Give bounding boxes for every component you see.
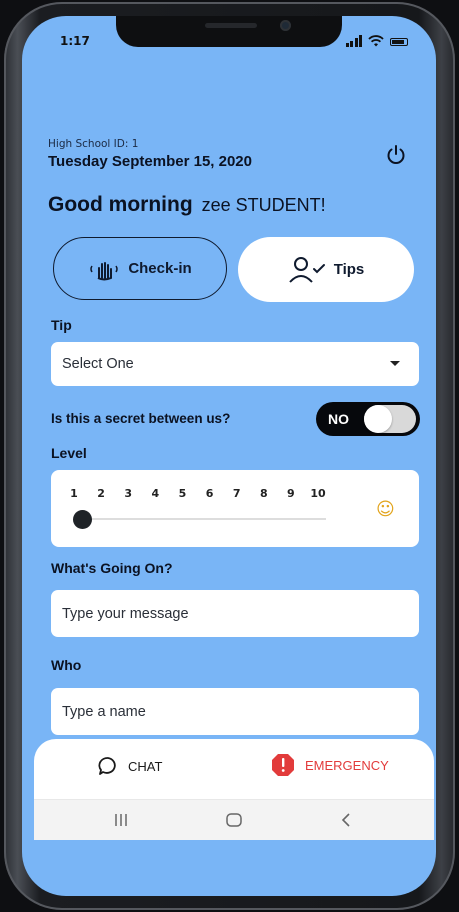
android-nav-bar (34, 800, 434, 840)
battery-icon (390, 38, 408, 46)
message-placeholder: Type your message (62, 605, 189, 622)
secret-toggle[interactable]: NO (316, 402, 420, 436)
greeting: Good morning zee STUDENT! (48, 193, 326, 217)
level-tick: 1 (70, 487, 78, 500)
level-tick: 10 (310, 487, 326, 500)
status-icons (345, 33, 408, 47)
current-date: Tuesday September 15, 2020 (48, 153, 252, 170)
user-check-icon (288, 256, 325, 283)
checkin-button[interactable]: Check-in (53, 237, 227, 300)
who-input[interactable]: Type a name (51, 688, 419, 735)
smile-icon: ☺ (376, 499, 395, 520)
emergency-tab[interactable]: EMERGENCY (271, 753, 389, 777)
level-label: Level (51, 445, 87, 461)
level-tick: 5 (178, 487, 187, 500)
level-tick: 9 (287, 487, 295, 500)
chat-label: CHAT (128, 758, 163, 774)
chevron-down-icon (390, 361, 400, 366)
secret-toggle-text: NO (328, 411, 349, 427)
level-slider-track[interactable] (84, 518, 326, 520)
greeting-text: Good morning (48, 193, 193, 216)
secret-label: Is this a secret between us? (51, 411, 231, 426)
wave-hand-icon (90, 261, 119, 280)
toggle-knob (364, 405, 416, 433)
who-placeholder: Type a name (62, 703, 146, 720)
tip-label: Tip (51, 317, 72, 333)
speaker (205, 23, 257, 28)
checkin-label: Check-in (128, 260, 192, 277)
level-tick: 3 (124, 487, 133, 500)
emergency-label: EMERGENCY (305, 757, 389, 773)
message-input[interactable]: Type your message (51, 590, 419, 637)
alert-octagon-icon (272, 754, 294, 776)
whats-going-on-label: What's Going On? (51, 560, 173, 576)
power-icon[interactable] (384, 143, 408, 167)
level-tick: 2 (97, 487, 105, 500)
tips-label: Tips (333, 261, 365, 278)
app-screen: 1:17 High School ID: 1 Tuesday September… (22, 16, 436, 896)
level-ticks: 1 2 3 4 5 6 7 8 9 10 (70, 487, 334, 503)
signal-icon (345, 35, 362, 47)
tips-button[interactable]: Tips (238, 237, 414, 302)
camera (280, 20, 291, 31)
tip-select[interactable]: Select One (51, 342, 419, 386)
who-label: Who (51, 657, 82, 673)
level-tick: 4 (151, 487, 160, 500)
back-icon[interactable] (333, 808, 359, 832)
level-slider-thumb[interactable] (73, 510, 92, 529)
user-name: zee STUDENT! (201, 195, 326, 215)
bottom-tab-bar: CHAT EMERGENCY (34, 739, 434, 799)
level-tick: 7 (232, 487, 241, 500)
chat-bubble-icon (98, 757, 116, 775)
school-id: High School ID: 1 (48, 138, 139, 150)
chat-tab[interactable]: CHAT (98, 756, 162, 776)
notch (116, 16, 342, 47)
home-icon[interactable] (221, 808, 247, 832)
wifi-icon (368, 35, 384, 47)
tip-select-value: Select One (62, 356, 134, 372)
recents-icon[interactable] (108, 808, 134, 832)
level-tick: 8 (259, 487, 268, 500)
level-tick: 6 (205, 487, 214, 500)
status-time: 1:17 (60, 34, 90, 48)
level-card: 1 2 3 4 5 6 7 8 9 10 ☺ (51, 470, 419, 547)
